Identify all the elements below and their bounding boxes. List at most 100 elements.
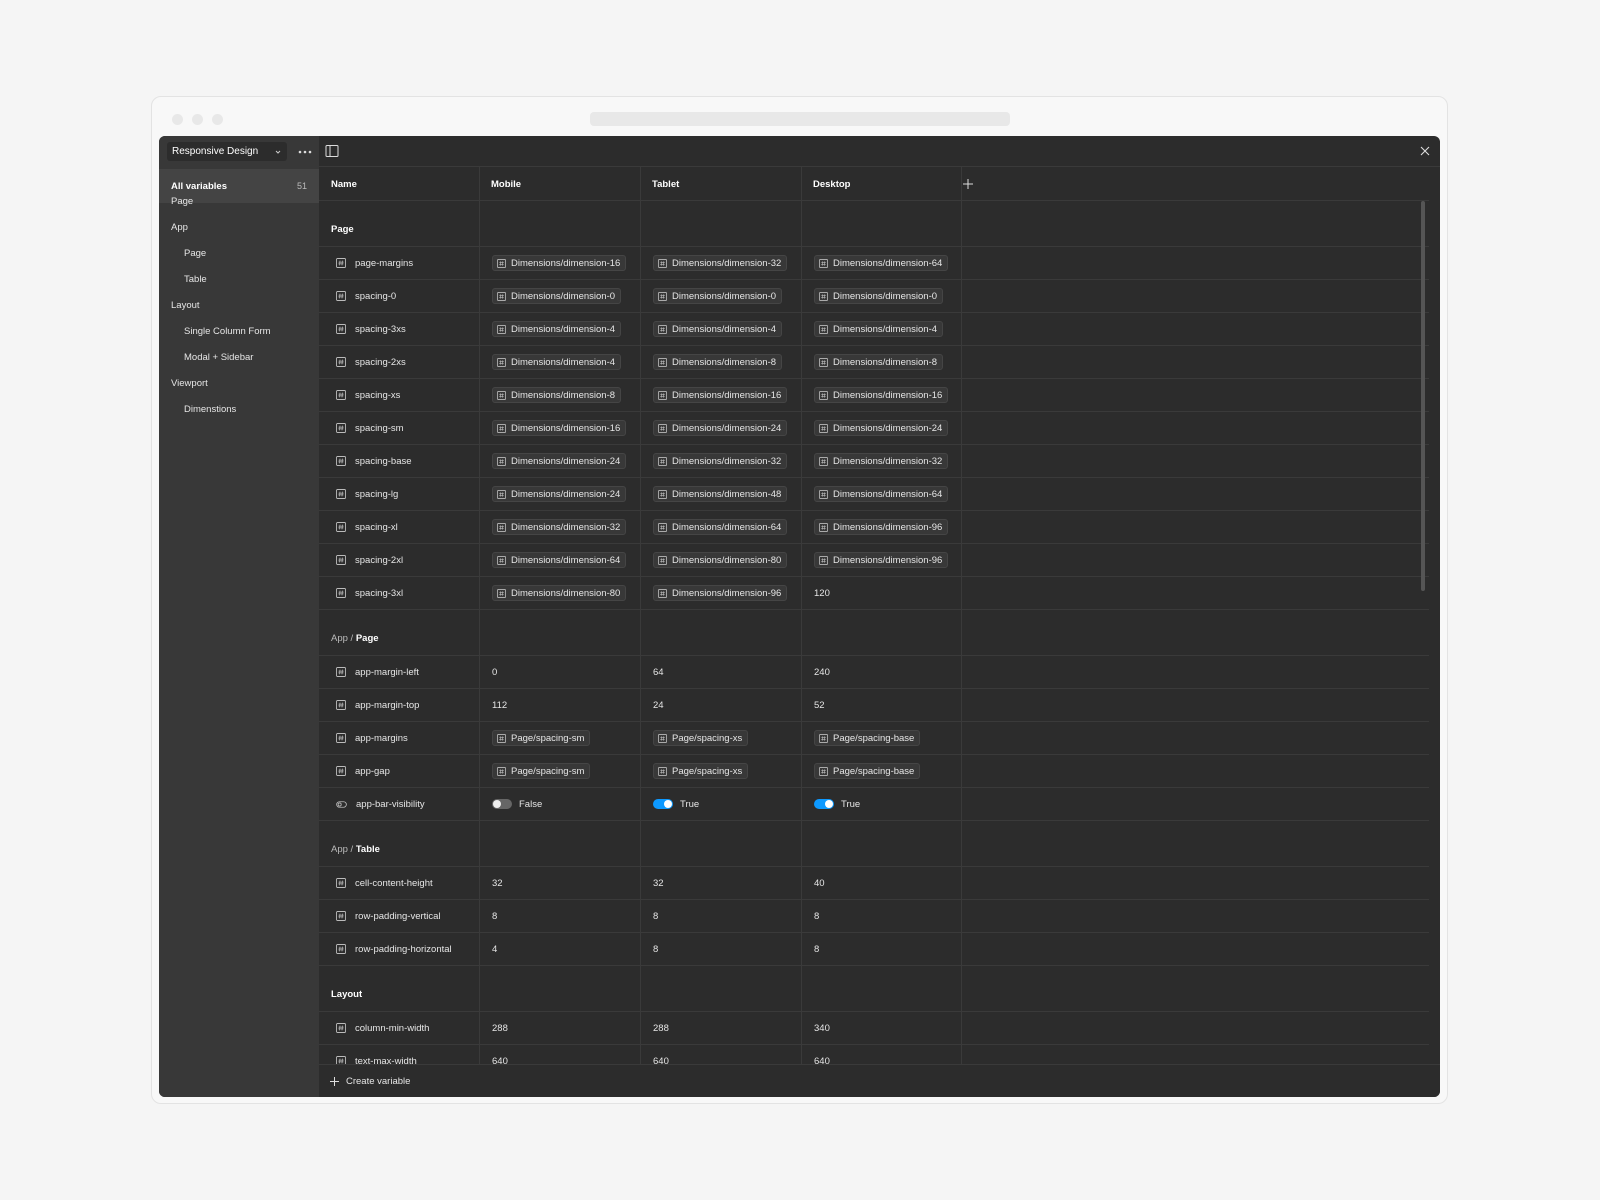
alias-pill[interactable]: Dimensions/dimension-24: [653, 420, 788, 436]
mobile-value-cell[interactable]: Dimensions/dimension-32: [479, 511, 640, 543]
table-row[interactable]: row-padding-vertical 8 8 8: [319, 900, 1429, 933]
mobile-value-cell[interactable]: Page/spacing-sm: [479, 755, 640, 787]
mobile-value-cell[interactable]: False: [479, 788, 640, 820]
alias-pill[interactable]: Dimensions/dimension-80: [492, 585, 627, 601]
alias-pill[interactable]: Dimensions/dimension-80: [653, 552, 788, 568]
mobile-value-cell[interactable]: 640: [479, 1045, 640, 1065]
scrollbar[interactable]: [1421, 201, 1425, 591]
name-cell[interactable]: row-padding-horizontal: [319, 933, 479, 965]
name-cell[interactable]: spacing-sm: [319, 412, 479, 444]
desktop-value-cell[interactable]: Dimensions/dimension-96: [801, 511, 961, 543]
mobile-value-cell[interactable]: 112: [479, 689, 640, 721]
table-row[interactable]: app-gap Page/spacing-sm Page/spacing-xs Pag…: [319, 755, 1429, 788]
tablet-value-cell[interactable]: Dimensions/dimension-32: [640, 247, 801, 279]
sidebar-item[interactable]: App: [159, 216, 319, 238]
mobile-value-cell[interactable]: Dimensions/dimension-16: [479, 412, 640, 444]
desktop-value-cell[interactable]: Dimensions/dimension-24: [801, 412, 961, 444]
name-cell[interactable]: spacing-xs: [319, 379, 479, 411]
alias-pill[interactable]: Dimensions/dimension-0: [492, 288, 622, 304]
tablet-value-cell[interactable]: Dimensions/dimension-16: [640, 379, 801, 411]
alias-pill[interactable]: Dimensions/dimension-24: [492, 486, 627, 502]
mobile-value-cell[interactable]: Dimensions/dimension-0: [479, 280, 640, 312]
mobile-value-cell[interactable]: 0: [479, 656, 640, 688]
tablet-value-cell[interactable]: 640: [640, 1045, 801, 1065]
desktop-value-cell[interactable]: True: [801, 788, 961, 820]
name-cell[interactable]: app-bar-visibility: [319, 788, 479, 820]
sidebar-item[interactable]: Viewport: [159, 372, 319, 394]
sidebar-item[interactable]: Table: [159, 268, 319, 290]
desktop-value-cell[interactable]: Dimensions/dimension-0: [801, 280, 961, 312]
desktop-value-cell[interactable]: Page/spacing-base: [801, 722, 961, 754]
column-header-desktop[interactable]: Desktop: [801, 167, 850, 201]
alias-pill[interactable]: Dimensions/dimension-24: [492, 453, 627, 469]
alias-pill[interactable]: Dimensions/dimension-32: [492, 519, 627, 535]
tablet-value-cell[interactable]: 24: [640, 689, 801, 721]
alias-pill[interactable]: Dimensions/dimension-8: [653, 354, 783, 370]
desktop-value-cell[interactable]: Dimensions/dimension-32: [801, 445, 961, 477]
name-cell[interactable]: spacing-3xl: [319, 577, 479, 609]
alias-pill[interactable]: Dimensions/dimension-8: [814, 354, 944, 370]
mobile-value-cell[interactable]: Dimensions/dimension-24: [479, 478, 640, 510]
alias-pill[interactable]: Page/spacing-sm: [492, 763, 591, 779]
tablet-value-cell[interactable]: Dimensions/dimension-4: [640, 313, 801, 345]
tablet-value-cell[interactable]: Page/spacing-xs: [640, 755, 801, 787]
desktop-value-cell[interactable]: 8: [801, 933, 961, 965]
alias-pill[interactable]: Page/spacing-base: [814, 730, 921, 746]
table-row[interactable]: app-bar-visibility False True True: [319, 788, 1429, 821]
collection-dropdown[interactable]: Responsive Design: [167, 142, 287, 161]
name-cell[interactable]: text-max-width: [319, 1045, 479, 1064]
tablet-value-cell[interactable]: Dimensions/dimension-24: [640, 412, 801, 444]
name-cell[interactable]: column-min-width: [319, 1012, 479, 1044]
alias-pill[interactable]: Dimensions/dimension-0: [814, 288, 944, 304]
mobile-value-cell[interactable]: Dimensions/dimension-80: [479, 577, 640, 609]
table-row[interactable]: page-margins Dimensions/dimension-16 Dimen…: [319, 247, 1429, 280]
tablet-value-cell[interactable]: Dimensions/dimension-96: [640, 577, 801, 609]
table-row[interactable]: spacing-sm Dimensions/dimension-16 Dimensi…: [319, 412, 1429, 445]
table-row[interactable]: spacing-base Dimensions/dimension-24 Dimen…: [319, 445, 1429, 478]
alias-pill[interactable]: Dimensions/dimension-16: [814, 387, 949, 403]
sidebar-item[interactable]: Page: [159, 242, 319, 264]
boolean-toggle[interactable]: [492, 799, 512, 809]
table-row[interactable]: row-padding-horizontal 4 8 8: [319, 933, 1429, 966]
desktop-value-cell[interactable]: Dimensions/dimension-64: [801, 247, 961, 279]
tablet-value-cell[interactable]: 8: [640, 933, 801, 965]
tablet-value-cell[interactable]: Dimensions/dimension-8: [640, 346, 801, 378]
add-mode-button[interactable]: [960, 176, 976, 192]
alias-pill[interactable]: Dimensions/dimension-96: [814, 519, 949, 535]
table-row[interactable]: spacing-3xl Dimensions/dimension-80 Dimens…: [319, 577, 1429, 610]
sidebar-item[interactable]: Page: [159, 190, 319, 212]
table-row[interactable]: spacing-0 Dimensions/dimension-0 Dimension…: [319, 280, 1429, 313]
column-header-mobile[interactable]: Mobile: [479, 167, 521, 201]
alias-pill[interactable]: Dimensions/dimension-4: [653, 321, 783, 337]
desktop-value-cell[interactable]: 8: [801, 900, 961, 932]
tablet-value-cell[interactable]: Page/spacing-xs: [640, 722, 801, 754]
desktop-value-cell[interactable]: 240: [801, 656, 961, 688]
tablet-value-cell[interactable]: Dimensions/dimension-48: [640, 478, 801, 510]
create-variable-button[interactable]: Create variable: [319, 1064, 1440, 1097]
mobile-value-cell[interactable]: Dimensions/dimension-4: [479, 313, 640, 345]
desktop-value-cell[interactable]: Dimensions/dimension-16: [801, 379, 961, 411]
mobile-value-cell[interactable]: Dimensions/dimension-8: [479, 379, 640, 411]
sidebar-item[interactable]: Layout: [159, 294, 319, 316]
name-cell[interactable]: spacing-lg: [319, 478, 479, 510]
table-row[interactable]: spacing-2xs Dimensions/dimension-4 Dimensi…: [319, 346, 1429, 379]
tablet-value-cell[interactable]: Dimensions/dimension-32: [640, 445, 801, 477]
name-cell[interactable]: spacing-xl: [319, 511, 479, 543]
mobile-value-cell[interactable]: Dimensions/dimension-64: [479, 544, 640, 576]
alias-pill[interactable]: Dimensions/dimension-16: [492, 255, 627, 271]
tablet-value-cell[interactable]: Dimensions/dimension-0: [640, 280, 801, 312]
name-cell[interactable]: row-padding-vertical: [319, 900, 479, 932]
window-maximize-dot[interactable]: [212, 114, 223, 125]
alias-pill[interactable]: Dimensions/dimension-0: [653, 288, 783, 304]
table-row[interactable]: spacing-xs Dimensions/dimension-8 Dimensio…: [319, 379, 1429, 412]
alias-pill[interactable]: Dimensions/dimension-96: [653, 585, 788, 601]
toggle-sidebar-button[interactable]: [324, 143, 340, 159]
desktop-value-cell[interactable]: 52: [801, 689, 961, 721]
tablet-value-cell[interactable]: True: [640, 788, 801, 820]
alias-pill[interactable]: Dimensions/dimension-4: [492, 321, 622, 337]
name-cell[interactable]: spacing-2xl: [319, 544, 479, 576]
address-bar[interactable]: [590, 112, 1010, 126]
table-row[interactable]: app-margin-top 112 24 52: [319, 689, 1429, 722]
desktop-value-cell[interactable]: Dimensions/dimension-64: [801, 478, 961, 510]
name-cell[interactable]: page-margins: [319, 247, 479, 279]
